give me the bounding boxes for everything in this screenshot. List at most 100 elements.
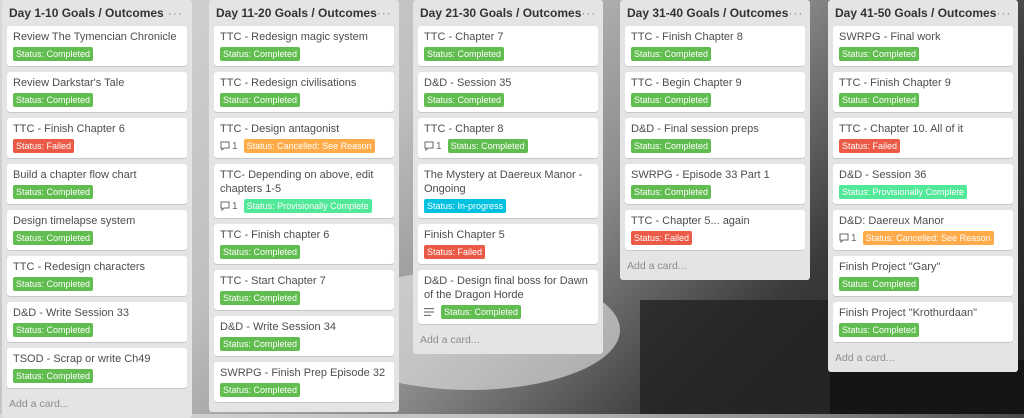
card[interactable]: TTC - Chapter 7 Status: Completed — [418, 26, 598, 66]
card[interactable]: Review Darkstar's Tale Status: Completed — [7, 72, 187, 112]
card[interactable]: D&D - Write Session 34 Status: Completed — [214, 316, 394, 356]
card[interactable]: D&D - Design final boss for Dawn of the … — [418, 270, 598, 324]
status-badge: Status: Completed — [839, 93, 920, 107]
status-badge: Status: Completed — [13, 369, 94, 383]
card[interactable]: TTC - Finish chapter 6 Status: Completed — [214, 224, 394, 264]
card[interactable]: D&D - Session 35 Status: Completed — [418, 72, 598, 112]
card[interactable]: TTC - Begin Chapter 9 Status: Completed — [625, 72, 805, 112]
card[interactable]: SWRPG - Final work Status: Completed — [833, 26, 1013, 66]
status-badge: Status: Completed — [220, 47, 301, 61]
card[interactable]: TTC - Finish Chapter 9 Status: Completed — [833, 72, 1013, 112]
add-card-button[interactable]: Add a card... — [625, 256, 805, 276]
card-title: SWRPG - Episode 33 Part 1 — [631, 169, 770, 181]
card[interactable]: TTC - Start Chapter 7 Status: Completed — [214, 270, 394, 310]
card[interactable]: TTC - Chapter 5... again Status: Failed — [625, 210, 805, 250]
comment-icon — [424, 141, 434, 151]
list-menu-icon[interactable]: ··· — [581, 7, 596, 19]
card-title: Finish Project "Krothurdaan" — [839, 307, 978, 319]
card-title: TTC - Design antagonist — [220, 123, 340, 135]
card[interactable]: D&D - Final session preps Status: Complet… — [625, 118, 805, 158]
card[interactable]: Build a chapter flow chart Status: Comple… — [7, 164, 187, 204]
card[interactable]: TTC - Finish Chapter 6 Status: Failed — [7, 118, 187, 158]
card[interactable]: Design timelapse system Status: Completed — [7, 210, 187, 250]
comment-count: 1 — [424, 141, 442, 152]
list-header: Day 11-20 Goals / Outcomes ··· — [214, 0, 394, 26]
status-badge: Status: Completed — [13, 323, 94, 337]
add-card-button[interactable]: Add a card... — [7, 394, 187, 414]
list-title: Day 1-10 Goals / Outcomes — [9, 6, 164, 20]
comment-count: 1 — [220, 141, 238, 152]
card[interactable]: TTC - Redesign civilisations Status: Comp… — [214, 72, 394, 112]
card-title: D&D - Final session preps — [631, 123, 759, 135]
list-title: Day 31-40 Goals / Outcomes — [627, 6, 789, 20]
card-title: TTC - Redesign characters — [13, 261, 146, 273]
description-icon — [424, 308, 434, 316]
card-title: TTC- Depending on above, edit chapters 1… — [220, 169, 374, 195]
status-badge: Status: Completed — [13, 277, 94, 291]
card-title: Design timelapse system — [13, 215, 136, 227]
card[interactable]: TTC - Chapter 8 1 Status: Completed — [418, 118, 598, 158]
status-badge: Status: Completed — [424, 93, 505, 107]
list-menu-icon[interactable]: ··· — [168, 7, 183, 19]
card-title: TTC - Finish Chapter 6 — [13, 123, 125, 135]
comment-count-value: 1 — [851, 232, 857, 244]
add-card-button[interactable]: Add a card... — [418, 330, 598, 350]
list-menu-icon[interactable]: ··· — [996, 7, 1011, 19]
card-title: Build a chapter flow chart — [13, 169, 137, 181]
card[interactable]: SWRPG - Finish Prep Episode 32 Status: Co… — [214, 362, 394, 402]
status-badge: Status: Completed — [631, 93, 712, 107]
card[interactable]: Review The Tymencian Chronicle Status: Co… — [7, 26, 187, 66]
status-badge: Status: Completed — [631, 47, 712, 61]
list-day-31-40: Day 31-40 Goals / Outcomes ··· TTC - Fin… — [620, 0, 810, 280]
card[interactable]: Finish Project "Gary" Status: Completed — [833, 256, 1013, 296]
status-badge: Status: Failed — [631, 231, 693, 245]
list-header: Day 31-40 Goals / Outcomes ··· — [625, 0, 805, 26]
card-title: SWRPG - Finish Prep Episode 32 — [220, 367, 386, 379]
card[interactable]: D&D - Session 36 Status: Provisionally Co… — [833, 164, 1013, 204]
list-menu-icon[interactable]: ··· — [377, 7, 392, 19]
card[interactable]: D&D: Daereux Manor 1 Status: Cancelled: Se… — [833, 210, 1013, 250]
card-title: TSOD - Scrap or write Ch49 — [13, 353, 151, 365]
comment-count-value: 1 — [436, 140, 442, 152]
comment-count: 1 — [839, 233, 857, 244]
card-title: TTC - Chapter 10. All of it — [839, 123, 964, 135]
comment-icon — [220, 141, 230, 151]
list-menu-icon[interactable]: ··· — [788, 7, 803, 19]
status-badge: Status: Completed — [220, 93, 301, 107]
card-title: D&D: Daereux Manor — [839, 215, 945, 227]
comment-count: 1 — [220, 201, 238, 212]
status-badge: Status: Completed — [839, 47, 920, 61]
list-title: Day 21-30 Goals / Outcomes — [420, 6, 582, 20]
card[interactable]: Finish Project "Krothurdaan" Status: Comp… — [833, 302, 1013, 342]
card-title: TTC - Finish Chapter 9 — [839, 77, 951, 89]
status-badge: Status: Completed — [13, 231, 94, 245]
card-title: Review Darkstar's Tale — [13, 77, 125, 89]
card[interactable]: SWRPG - Episode 33 Part 1 Status: Complet… — [625, 164, 805, 204]
card-title: D&D - Session 35 — [424, 77, 512, 89]
status-badge: Status: Provisionally Complete — [839, 185, 968, 199]
list-header: Day 1-10 Goals / Outcomes ··· — [7, 0, 187, 26]
card[interactable]: TTC - Finish Chapter 8 Status: Completed — [625, 26, 805, 66]
status-badge: Status: Failed — [13, 139, 75, 153]
status-badge: Status: Completed — [220, 245, 301, 259]
card-title: The Mystery at Daereux Manor - Ongoing — [424, 169, 583, 195]
card-title: TTC - Start Chapter 7 — [220, 275, 326, 287]
card[interactable]: TTC - Design antagonist 1 Status: Cancelle… — [214, 118, 394, 158]
list-title: Day 41-50 Goals / Outcomes — [835, 6, 997, 20]
list-day-11-20: Day 11-20 Goals / Outcomes ··· TTC - Red… — [209, 0, 399, 412]
card-title: D&D - Write Session 34 — [220, 321, 336, 333]
add-card-button[interactable]: Add a card... — [833, 348, 1013, 368]
comment-icon — [839, 233, 849, 243]
card[interactable]: TTC- Depending on above, edit chapters 1… — [214, 164, 394, 218]
card[interactable]: TTC - Redesign characters Status: Complet… — [7, 256, 187, 296]
card-title: TTC - Chapter 7 — [424, 31, 504, 43]
card[interactable]: The Mystery at Daereux Manor - Ongoing St… — [418, 164, 598, 218]
card[interactable]: TTC - Chapter 10. All of it Status: Faile… — [833, 118, 1013, 158]
card[interactable]: D&D - Write Session 33 Status: Completed — [7, 302, 187, 342]
card[interactable]: TTC - Redesign magic system Status: Compl… — [214, 26, 394, 66]
comment-count-value: 1 — [232, 140, 238, 152]
card[interactable]: TSOD - Scrap or write Ch49 Status: Comple… — [7, 348, 187, 388]
card[interactable]: Finish Chapter 5 Status: Failed — [418, 224, 598, 264]
list-header: Day 41-50 Goals / Outcomes ··· — [833, 0, 1013, 26]
status-badge: Status: Completed — [839, 277, 920, 291]
